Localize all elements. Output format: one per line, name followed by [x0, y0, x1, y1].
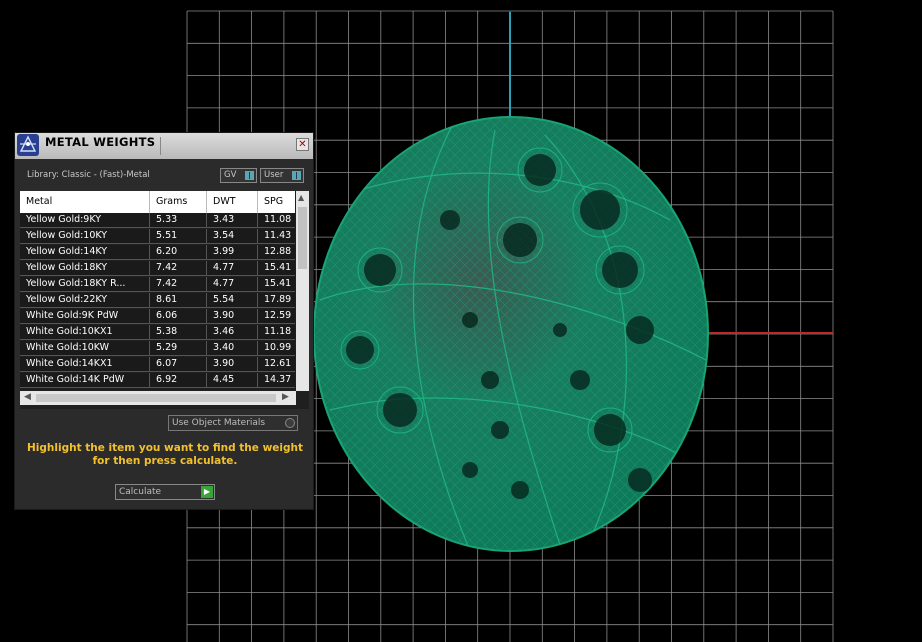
horizontal-scrollbar[interactable]: ◀ ▶ — [20, 391, 296, 405]
user-toggle-label: User — [264, 170, 284, 180]
table-row[interactable]: White Gold:10KW 5.29 3.40 10.99 — [20, 341, 295, 356]
cell-spg: 17.89 — [264, 294, 292, 305]
table-row[interactable]: Yellow Gold:10KY 5.51 3.54 11.43 — [20, 229, 295, 244]
cell-metal: Yellow Gold:10KY — [20, 229, 150, 244]
gv-toggle[interactable]: GV — [220, 168, 257, 183]
table-row[interactable]: Yellow Gold:18KY 7.42 4.77 15.41 — [20, 261, 295, 276]
toggle-icon — [245, 171, 254, 180]
cell-metal: White Gold:14K PdW — [20, 373, 150, 388]
cell-spg: 12.61 — [264, 358, 292, 369]
cell-metal: White Gold:9K PdW — [20, 309, 150, 324]
cell-metal: White Gold:10KX1 — [20, 325, 150, 340]
cell-dwt: 4.45 — [207, 373, 258, 388]
wireframe-sphere-model[interactable] — [313, 116, 709, 552]
table-row[interactable]: White Gold:14K PdW 6.92 4.45 14.37 — [20, 373, 295, 388]
cell-spg: 11.18 — [264, 326, 292, 337]
table-row[interactable]: Yellow Gold:14KY 6.20 3.99 12.88 — [20, 245, 295, 260]
cell-metal: Yellow Gold:22KY — [20, 293, 150, 308]
column-header-metal[interactable]: Metal — [20, 191, 150, 213]
column-header-spg[interactable]: SPG — [258, 191, 295, 213]
cell-grams: 6.20 — [150, 245, 207, 260]
table-row[interactable]: Yellow Gold:18KY R... 7.42 4.77 15.41 — [20, 277, 295, 292]
cell-dwt: 3.43 — [207, 213, 258, 228]
cell-dwt: 3.40 — [207, 341, 258, 356]
table-row[interactable]: Yellow Gold:22KY 8.61 5.54 17.89 — [20, 293, 295, 308]
cell-grams: 7.42 — [150, 277, 207, 292]
use-object-materials-checkbox[interactable]: Use Object Materials — [168, 415, 298, 431]
vertical-scroll-thumb[interactable] — [298, 207, 307, 269]
cell-metal: White Gold:10KW — [20, 341, 150, 356]
cell-metal: Yellow Gold:14KY — [20, 245, 150, 260]
gv-toggle-label: GV — [224, 170, 237, 180]
table-header: Metal Grams DWT SPG — [20, 191, 295, 213]
cell-spg: 11.43 — [264, 230, 292, 241]
checkbox-icon — [285, 418, 295, 428]
library-label: Library: Classic - (Fast)-Metal — [27, 170, 150, 180]
cell-dwt: 3.54 — [207, 229, 258, 244]
cell-grams: 5.33 — [150, 213, 207, 228]
cell-dwt: 3.46 — [207, 325, 258, 340]
cell-grams: 8.61 — [150, 293, 207, 308]
cell-metal: White Gold:14KX1 — [20, 357, 150, 372]
play-arrow-icon: ▶ — [201, 486, 213, 498]
panel-title: METAL WEIGHTS — [45, 135, 156, 149]
cell-metal: Yellow Gold:18KY — [20, 261, 150, 276]
scroll-up-icon[interactable]: ▲ — [298, 193, 304, 202]
cell-grams: 5.38 — [150, 325, 207, 340]
cell-dwt: 3.99 — [207, 245, 258, 260]
cell-spg: 11.08 — [264, 214, 292, 225]
table-row[interactable]: White Gold:10KX1 5.38 3.46 11.18 — [20, 325, 295, 340]
titlebar-divider — [160, 137, 161, 155]
cell-metal: Yellow Gold:9KY — [20, 213, 150, 228]
calculate-label: Calculate — [119, 487, 162, 497]
column-header-grams[interactable]: Grams — [150, 191, 207, 213]
scroll-left-icon[interactable]: ◀ — [24, 392, 31, 402]
cell-spg: 15.41 — [264, 262, 292, 273]
calculate-button[interactable]: Calculate ▶ — [115, 484, 215, 500]
metal-weights-panel: METAL WEIGHTS ✕ Library: Classic - (Fast… — [14, 132, 314, 510]
metal-weights-logo-icon — [17, 134, 39, 156]
table-row[interactable]: White Gold:9K PdW 6.06 3.90 12.59 — [20, 309, 295, 324]
cell-spg: 12.59 — [264, 310, 292, 321]
cell-dwt: 3.90 — [207, 309, 258, 324]
cell-dwt: 4.77 — [207, 277, 258, 292]
panel-titlebar[interactable]: METAL WEIGHTS ✕ — [15, 133, 313, 159]
table-row[interactable]: White Gold:14KX1 6.07 3.90 12.61 — [20, 357, 295, 372]
cell-grams: 6.06 — [150, 309, 207, 324]
cell-spg: 12.88 — [264, 246, 292, 257]
metal-weights-table[interactable]: Metal Grams DWT SPG Yellow Gold:9KY 5.33 3… — [20, 191, 309, 409]
close-icon[interactable]: ✕ — [296, 138, 309, 151]
toggle-icon — [292, 171, 301, 180]
use-object-materials-label: Use Object Materials — [172, 418, 266, 428]
cell-metal: Yellow Gold:18KY R... — [20, 277, 150, 292]
cell-grams: 6.07 — [150, 357, 207, 372]
vertical-scrollbar[interactable]: ▲ — [296, 191, 309, 391]
instruction-text: Highlight the item you want to find the … — [27, 442, 303, 467]
cell-dwt: 3.90 — [207, 357, 258, 372]
cell-dwt: 5.54 — [207, 293, 258, 308]
cell-grams: 6.92 — [150, 373, 207, 388]
cell-spg: 10.99 — [264, 342, 292, 353]
user-toggle[interactable]: User — [260, 168, 304, 183]
cell-dwt: 4.77 — [207, 261, 258, 276]
cell-grams: 5.29 — [150, 341, 207, 356]
cell-grams: 7.42 — [150, 261, 207, 276]
cell-grams: 5.51 — [150, 229, 207, 244]
column-header-dwt[interactable]: DWT — [207, 191, 258, 213]
cell-spg: 15.41 — [264, 278, 292, 289]
horizontal-scroll-thumb[interactable] — [36, 394, 276, 402]
table-row[interactable]: Yellow Gold:9KY 5.33 3.43 11.08 — [20, 213, 295, 228]
cell-spg: 14.37 — [264, 374, 292, 385]
scroll-right-icon[interactable]: ▶ — [282, 392, 289, 402]
